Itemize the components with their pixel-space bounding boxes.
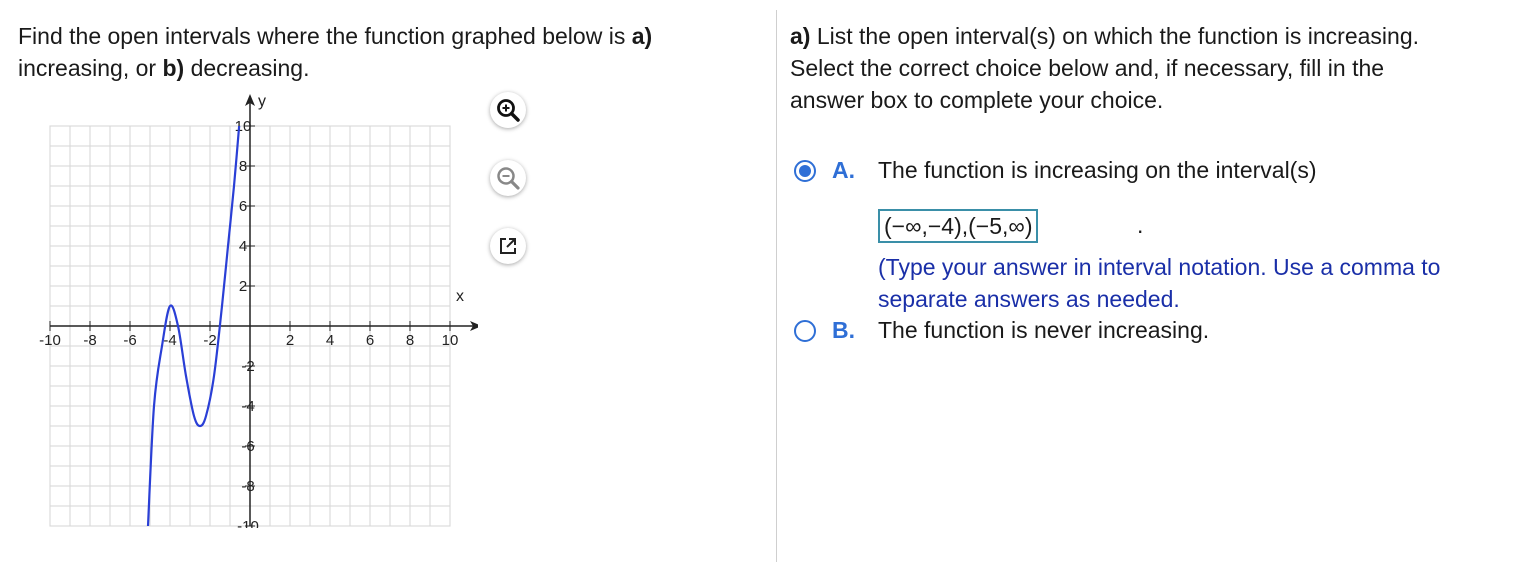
panel-divider [776, 10, 777, 562]
magnifier-minus-icon [497, 167, 520, 190]
choice-a-letter: A. [832, 157, 855, 183]
y-tick-label: -6 [241, 438, 254, 455]
x-axis-label: x [456, 288, 464, 305]
y-axis-label: y [258, 93, 266, 110]
part-a-prompt: a) List the open interval(s) on which th… [790, 20, 1530, 116]
zoom-in-button[interactable] [490, 92, 526, 128]
x-tick-label: -8 [83, 332, 96, 349]
y-tick-label: 2 [239, 278, 247, 295]
hint-line2: separate answers as needed. [878, 286, 1180, 312]
y-tick-label: -8 [241, 478, 254, 495]
hint-line1: (Type your answer in interval notation. … [878, 254, 1441, 280]
choice-a-radio[interactable] [794, 160, 816, 182]
answer-panel: a) List the open interval(s) on which th… [790, 20, 1530, 343]
zoom-out-button[interactable] [490, 160, 526, 196]
y-tick-label: -10 [237, 518, 259, 528]
magnifier-plus-icon [497, 99, 520, 122]
x-tick-label: -4 [163, 332, 176, 349]
y-tick-label: 10 [235, 118, 252, 135]
answer-input[interactable]: (−∞,−4),(−5,∞) [878, 209, 1039, 243]
prompt-line1: List the open interval(s) on which the f… [810, 23, 1419, 49]
question-part-a-label: a) [631, 23, 653, 49]
y-tick-label: 6 [239, 198, 247, 215]
question-line1-text: Find the open intervals where the functi… [18, 23, 632, 49]
question-line2-text: increasing, or [18, 55, 163, 81]
choice-b-letter: B. [832, 317, 855, 343]
x-tick-label: 10 [442, 332, 459, 349]
x-tick-label: 2 [286, 332, 294, 349]
choice-b-radio[interactable] [794, 320, 816, 342]
x-tick-label: -10 [39, 332, 61, 349]
choice-a-text: The function is increasing on the interv… [878, 157, 1317, 183]
question-part-b-label: b) [162, 55, 185, 81]
x-tick-label: 4 [326, 332, 334, 349]
question-line2-suffix: decreasing. [184, 55, 310, 81]
prompt-line3: answer box to complete your choice. [790, 87, 1164, 113]
prompt-line2: Select the correct choice below and, if … [790, 55, 1385, 81]
x-tick-label: 8 [406, 332, 414, 349]
popout-button[interactable] [490, 228, 526, 264]
question-text: Find the open intervals where the functi… [18, 20, 758, 84]
y-tick-label: -4 [241, 398, 254, 415]
x-tick-label: -2 [203, 332, 216, 349]
function-graph: -10 -8 -6 -4 -2 2 4 6 8 10 10 8 6 4 2 -2 -4 -6 -8 -10 x y [39, 93, 478, 528]
y-tick-label: 8 [239, 158, 247, 175]
external-link-icon [500, 238, 516, 254]
answer-hint: (Type your answer in interval notation. … [878, 251, 1528, 315]
choice-b-text: The function is never increasing. [878, 317, 1210, 343]
question-panel: Find the open intervals where the functi… [0, 0, 776, 562]
y-tick-label: 4 [239, 238, 247, 255]
x-tick-label: -6 [123, 332, 136, 349]
y-tick-label: -2 [241, 358, 254, 375]
answer-period: . [1137, 212, 1144, 238]
part-a-label: a) [790, 23, 811, 49]
x-tick-label: 6 [366, 332, 374, 349]
